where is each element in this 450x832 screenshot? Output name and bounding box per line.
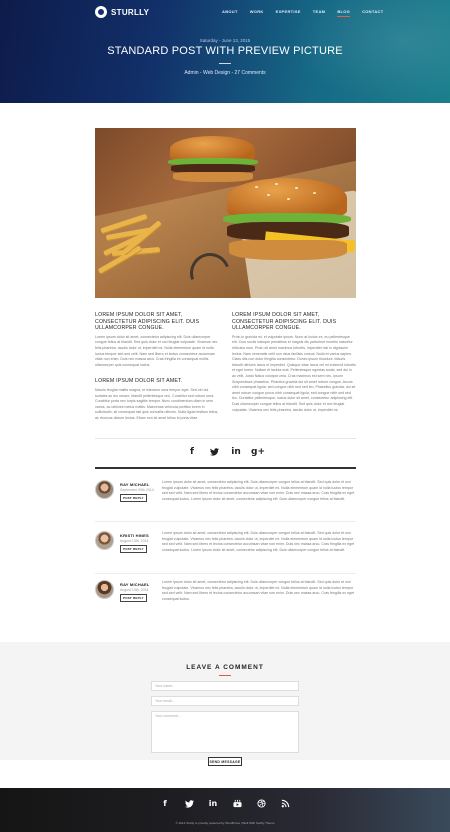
copyright-text: © 2014 Sturlly is proudly powered by Wor… [175, 821, 275, 825]
nav-item-contact[interactable]: CONTACT [362, 9, 383, 14]
hero-banner: STURLLY ABOUT WORK EXPERTISE TEAM BLOG C… [0, 0, 450, 103]
comment-separator [95, 573, 356, 574]
logo-text: STURLLY [111, 7, 150, 17]
left-heading: LOREM IPSUM DOLOR SIT AMET, CONSECTETUR … [95, 312, 200, 332]
comment-separator [95, 521, 356, 522]
main-burger-illustration [223, 178, 356, 288]
title-divider [219, 63, 231, 64]
right-body: Proin in gravida mi, et vulputate ipsum.… [232, 334, 356, 412]
linkedin-icon[interactable]: in [209, 799, 218, 808]
comment-author: RAY MICHAEL [120, 582, 150, 587]
twitter-icon[interactable] [209, 447, 219, 457]
avatar [95, 531, 114, 550]
nav-item-team[interactable]: TEAM [313, 9, 326, 14]
comment-item: KRISTI HINES August 13th, 2014 POST REPL… [95, 531, 356, 571]
post-reply-button[interactable]: POST REPLY [120, 545, 147, 553]
post-reply-button[interactable]: POST REPLY [120, 594, 147, 602]
avatar [95, 480, 114, 499]
nav-item-work[interactable]: WORK [250, 9, 264, 14]
logo-mark-icon [95, 6, 107, 18]
post-date: Saturday - June 13, 2015 [199, 38, 251, 43]
comment-item: RAY MICHAEL September 09th 2014 POST REP… [95, 480, 356, 520]
footer-social-icons: f in [0, 799, 450, 808]
comment-text: Lorem ipsum dolor sit amet, consectetur … [162, 580, 355, 601]
twitter-icon[interactable] [184, 799, 194, 808]
share-bar: f in g+ [0, 447, 450, 457]
dribbble-icon[interactable] [256, 799, 266, 808]
comment-date: September 09th 2014 [120, 488, 154, 492]
featured-image [95, 128, 356, 298]
article-left-column: LOREM IPSUM DOLOR SIT AMET, CONSECTETUR … [95, 312, 219, 422]
post-title: STANDARD POST WITH PREVIEW PICTURE [107, 45, 343, 57]
nav-item-blog[interactable]: BLOG [337, 9, 350, 17]
post-meta: Admin - Web Design - 27 Comments [184, 70, 266, 76]
comments-divider [95, 467, 356, 469]
site-footer [0, 788, 450, 832]
comment-author: RAY MICHAEL [120, 482, 150, 487]
article-right-column: LOREM IPSUM DOLOR SIT AMET, CONSECTETUR … [232, 312, 356, 413]
name-field[interactable]: Your name... [151, 681, 299, 691]
avatar [95, 580, 114, 599]
comment-text: Lorem ipsum dolor sit amet, consectetur … [162, 480, 355, 501]
fries-illustration [97, 213, 170, 275]
nav-item-expertise[interactable]: EXPERTISE [276, 9, 301, 14]
facebook-icon[interactable]: f [187, 447, 197, 457]
send-message-button[interactable]: SEND MESSAGE [208, 757, 242, 766]
leave-comment-title: LEAVE A COMMENT [186, 664, 264, 671]
comment-date: August 13th, 2014 [120, 588, 149, 592]
site-logo[interactable]: STURLLY [95, 6, 149, 18]
comment-textarea[interactable]: Your comment... [151, 711, 299, 753]
youtube-icon[interactable] [232, 799, 242, 808]
comment-date: August 13th, 2014 [120, 539, 149, 543]
post-reply-button[interactable]: POST REPLY [120, 494, 147, 502]
google-plus-icon[interactable]: g+ [251, 447, 265, 457]
comment-item: RAY MICHAEL August 13th, 2014 POST REPLY… [95, 580, 356, 620]
left-body: Lorem ipsum dolor sit amet, consectetur … [95, 334, 218, 367]
left-sub-heading: LOREM IPSUM DOLOR SIT AMET. [95, 378, 183, 385]
facebook-icon[interactable]: f [161, 799, 170, 808]
comment-text: Lorem ipsum dolor sit amet, consectetur … [162, 531, 355, 552]
main-nav: ABOUT WORK EXPERTISE TEAM BLOG CONTACT [222, 9, 383, 17]
left-sub-body: Mauris feugiat mattis magna, et interdum… [95, 387, 219, 420]
rss-icon[interactable] [281, 799, 290, 808]
nav-item-about[interactable]: ABOUT [222, 9, 238, 14]
linkedin-icon[interactable]: in [231, 447, 241, 457]
right-heading: LOREM IPSUM DOLOR SIT AMET, CONSECTETUR … [232, 312, 337, 332]
share-divider-top [95, 438, 356, 439]
email-field[interactable]: Your email... [151, 696, 299, 706]
leave-comment-divider [219, 675, 231, 676]
comment-author: KRISTI HINES [120, 533, 149, 538]
